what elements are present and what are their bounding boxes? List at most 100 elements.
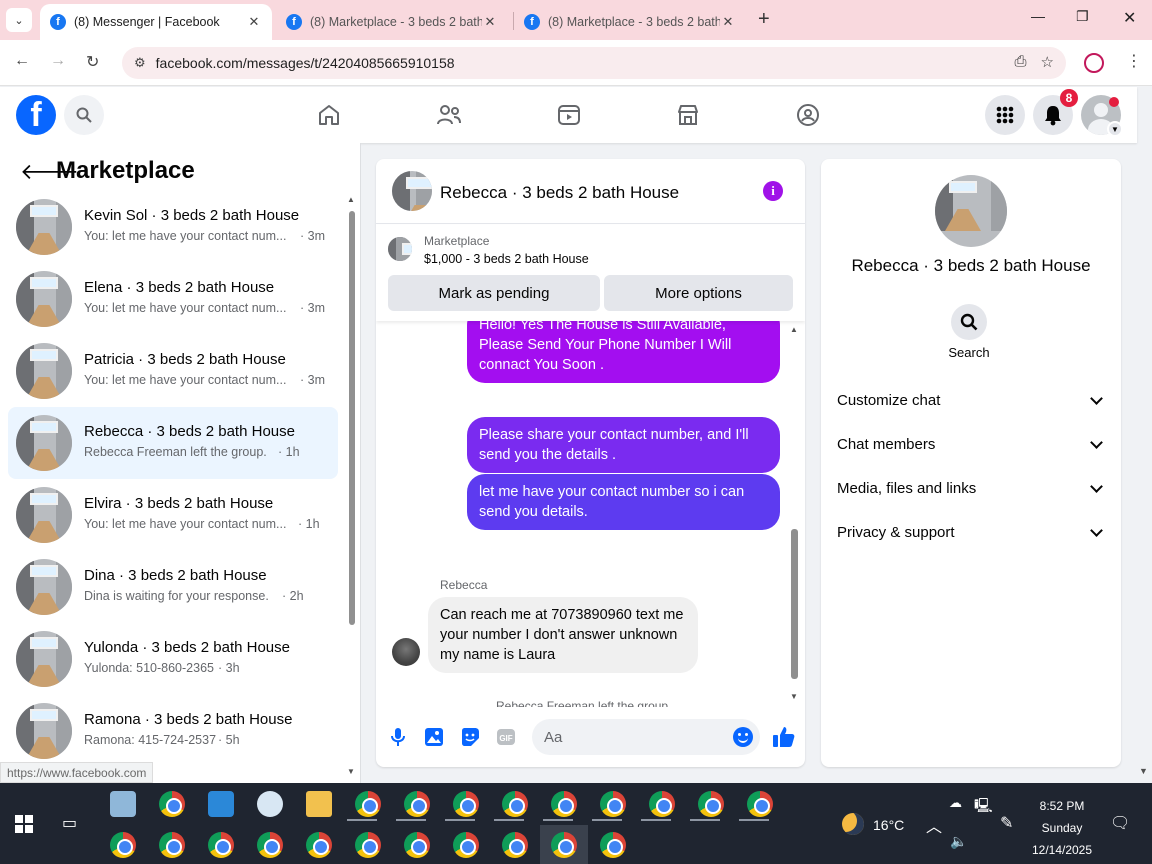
chrome-profile-icon[interactable] [502,832,528,858]
chrome-profile-icon[interactable] [306,832,332,858]
info-icon[interactable]: i [763,181,783,201]
scroll-up-arrow-icon[interactable]: ▲ [790,325,798,334]
emoji-icon[interactable] [733,727,753,747]
restore-icon[interactable]: ❐ [1076,8,1089,25]
like-button[interactable] [772,725,796,749]
chrome-profile-icon[interactable] [698,791,724,817]
media-files-links-section[interactable]: Media, files and links [829,466,1113,510]
chat-title[interactable]: Rebecca · 3 beds 2 bath House [440,183,679,203]
chrome-profile-icon[interactable] [110,832,136,858]
groups-nav-button[interactable] [794,101,822,129]
windows-start-icon[interactable] [15,815,33,833]
chrome-profile-icon[interactable] [404,832,430,858]
tab-search-button[interactable]: ⌄ [6,8,32,32]
gif-button[interactable]: GIF [495,726,517,748]
back-arrow-icon[interactable]: ← [14,52,30,70]
account-chevron-icon[interactable]: ▼ [1107,121,1123,137]
chrome-profile-icon[interactable] [551,791,577,817]
mark-as-pending-button[interactable]: Mark as pending [388,275,600,311]
chat-avatar[interactable] [392,171,432,211]
chrome-profile-icon[interactable] [600,791,626,817]
task-view-icon[interactable]: ▭ [62,813,77,833]
page-scroll-down-arrow-icon[interactable]: ▼ [1139,766,1148,776]
file-explorer-icon[interactable] [306,791,332,817]
new-tab-button[interactable]: + [758,8,770,31]
chrome-profile-icon[interactable] [453,832,479,858]
chrome-profile-icon[interactable] [159,832,185,858]
chrome-profile-icon[interactable] [551,832,577,858]
scroll-down-arrow-icon[interactable]: ▼ [790,692,798,701]
search-in-chat-button[interactable] [951,304,987,340]
chrome-profile-icon[interactable] [404,791,430,817]
notification-center-icon[interactable]: 🗨 [1110,813,1130,833]
site-info-icon[interactable]: ⚙ [134,55,146,71]
marketplace-nav-button[interactable] [674,101,702,129]
friends-nav-button[interactable] [435,101,463,129]
close-tab-icon[interactable]: ✕ [246,14,262,30]
bookmark-star-icon[interactable]: ☆ [1041,53,1054,71]
taskbar-clock[interactable]: 8:52 PM Sunday 12/14/2025 [1020,795,1104,861]
home-nav-button[interactable] [315,101,343,129]
scroll-up-arrow-icon[interactable]: ▲ [347,195,355,204]
chrome-profile-icon[interactable] [355,832,381,858]
chat-scrollbar[interactable] [791,529,798,679]
chrome-profile-icon[interactable] [502,791,528,817]
minimize-icon[interactable]: — [1031,8,1045,24]
browser-tab-messenger[interactable]: f (8) Messenger | Facebook ✕ [40,4,272,40]
address-bar[interactable]: ⚙ facebook.com/messages/t/24204085665910… [122,47,1066,79]
conversation-item[interactable]: Kevin Sol · 3 beds 2 bath House You: let… [8,191,338,263]
weather-temperature[interactable]: 16°C [873,817,904,833]
chrome-profile-icon[interactable] [649,791,675,817]
listing-thumbnail[interactable] [388,237,412,261]
video-nav-button[interactable] [555,101,583,129]
app-icon[interactable] [110,791,136,817]
conversation-item-selected[interactable]: Rebecca · 3 beds 2 bath House Rebecca Fr… [8,407,338,479]
conversation-item[interactable]: Patricia · 3 beds 2 bath House You: let … [8,335,338,407]
conversation-item[interactable]: Elvira · 3 beds 2 bath House You: let me… [8,479,338,551]
chevron-up-icon[interactable]: ︿ [926,813,942,837]
network-icon[interactable]: 🖳 [974,795,993,819]
browser-profile-icon[interactable] [1084,53,1104,73]
details-avatar[interactable] [935,175,1007,247]
browser-tab-marketplace-2[interactable]: f (8) Marketplace - 3 beds 2 bath ✕ [514,4,746,40]
facebook-search-button[interactable] [64,95,104,135]
chrome-profile-icon[interactable] [257,832,283,858]
facebook-logo[interactable]: f [16,95,56,135]
conversation-item[interactable]: Dina · 3 beds 2 bath House Dina is waiti… [8,551,338,623]
scroll-down-arrow-icon[interactable]: ▼ [347,767,355,776]
conversation-item[interactable]: Ramona · 3 beds 2 bath House Ramona: 415… [8,695,338,767]
conversation-item[interactable]: Yulonda · 3 beds 2 bath House Yulonda: 5… [8,623,338,695]
photos-icon[interactable] [208,791,234,817]
pen-icon[interactable]: ✎ [1000,813,1013,833]
volume-icon[interactable]: 🔈 [950,833,967,850]
menu-grid-button[interactable] [985,95,1025,135]
app-icon[interactable] [257,791,283,817]
browser-tab-marketplace-1[interactable]: f (8) Marketplace - 3 beds 2 bath ✕ [276,4,508,40]
install-app-icon[interactable]: ⎙ [1015,53,1027,71]
voice-clip-button[interactable] [387,726,409,748]
browser-menu-icon[interactable]: ⋮ [1126,51,1142,71]
sender-avatar[interactable] [392,638,420,666]
message-input[interactable] [532,719,760,755]
reload-icon[interactable]: ↻ [86,52,99,72]
customize-chat-section[interactable]: Customize chat [829,378,1113,422]
chat-members-section[interactable]: Chat members [829,422,1113,466]
sticker-button[interactable] [459,726,481,748]
chrome-profile-icon[interactable] [453,791,479,817]
chrome-profile-icon[interactable] [355,791,381,817]
more-options-button[interactable]: More options [604,275,793,311]
close-window-icon[interactable]: ✕ [1123,8,1136,28]
chrome-profile-icon[interactable] [600,832,626,858]
chrome-icon[interactable] [159,791,185,817]
chrome-profile-icon[interactable] [208,832,234,858]
sidebar-scrollbar[interactable] [349,211,355,625]
close-tab-icon[interactable]: ✕ [482,14,498,30]
privacy-support-section[interactable]: Privacy & support [829,510,1113,554]
forward-arrow-icon[interactable]: → [50,52,66,70]
conversation-item[interactable]: Elena · 3 beds 2 bath House You: let me … [8,263,338,335]
chrome-profile-icon[interactable] [747,791,773,817]
close-tab-icon[interactable]: ✕ [720,14,736,30]
weather-moon-icon[interactable] [842,813,864,835]
listing-price[interactable]: $1,000 - 3 beds 2 bath House [424,252,589,266]
onedrive-icon[interactable]: ☁ [949,795,962,811]
